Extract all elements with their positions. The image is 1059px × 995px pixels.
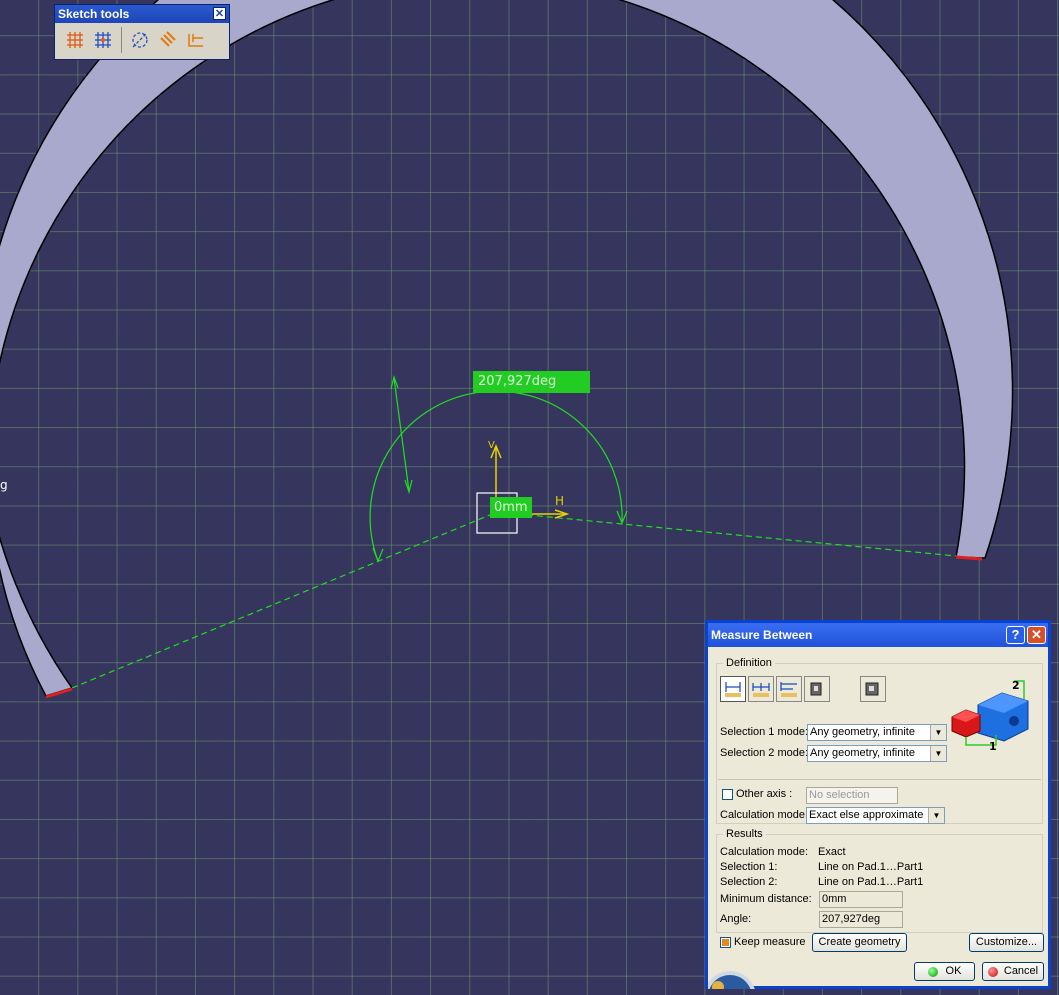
selection1-mode-label: Selection 1 mode: bbox=[720, 726, 809, 738]
ok-label: OK bbox=[945, 965, 962, 977]
calculation-mode-select[interactable]: Exact else approximate ▼ bbox=[806, 807, 945, 824]
construction-element-icon[interactable] bbox=[128, 27, 152, 53]
measure-between-mode-icon[interactable] bbox=[720, 676, 746, 702]
result-calc-mode-value: Exact bbox=[818, 846, 846, 858]
calculation-mode-value: Exact else approximate bbox=[809, 809, 924, 821]
arc-profile[interactable] bbox=[0, 0, 1014, 697]
result-selection1-label: Selection 1: bbox=[720, 861, 778, 873]
chevron-down-icon[interactable]: ▼ bbox=[928, 808, 944, 823]
snap-to-point-icon[interactable] bbox=[91, 27, 115, 53]
keep-measure-label: Keep measure bbox=[734, 936, 806, 948]
other-axis-field[interactable]: No selection bbox=[806, 787, 898, 804]
other-axis-checkbox[interactable] bbox=[722, 789, 733, 800]
help-button[interactable]: ? bbox=[1006, 626, 1025, 644]
cancel-label: Cancel bbox=[1003, 965, 1039, 977]
min-distance-label: Minimum distance: bbox=[720, 893, 812, 905]
calculation-mode-label: Calculation mode: bbox=[720, 809, 809, 821]
dialog-title: Measure Between bbox=[711, 628, 813, 642]
cancel-button[interactable]: Cancel bbox=[982, 962, 1044, 981]
toolbar-title: Sketch tools bbox=[58, 7, 130, 21]
geometric-constraints-icon[interactable] bbox=[156, 27, 180, 53]
illustration-label-1: 1 bbox=[989, 740, 997, 753]
result-selection2-label: Selection 2: bbox=[720, 876, 778, 888]
definition-divider bbox=[718, 779, 1041, 780]
grid-icon[interactable] bbox=[63, 27, 87, 53]
h-axis-label: H bbox=[555, 494, 565, 508]
close-icon[interactable]: ✕ bbox=[213, 7, 226, 20]
measure-between-dialog[interactable]: Measure Between ? ✕ Definition 1 2 Selec… bbox=[705, 620, 1051, 989]
selection2-mode-select[interactable]: Any geometry, infinite ▼ bbox=[807, 745, 947, 762]
selection2-mode-value: Any geometry, infinite bbox=[810, 747, 915, 759]
keep-measure-checkbox[interactable] bbox=[720, 937, 731, 948]
toolbar-title-bar[interactable]: Sketch tools ✕ bbox=[55, 5, 229, 23]
min-distance-field: 0mm bbox=[819, 891, 903, 908]
selection1-mode-value: Any geometry, infinite bbox=[810, 726, 915, 738]
results-group-title: Results bbox=[723, 828, 766, 840]
v-axis-label: V bbox=[488, 440, 495, 451]
left-edge-fragment: g bbox=[0, 478, 8, 492]
angle-label: Angle: bbox=[720, 913, 752, 925]
dimensional-constraints-icon[interactable] bbox=[184, 27, 208, 53]
distance-dimension-label[interactable]: 0mm bbox=[490, 497, 532, 518]
globe-decoration-icon bbox=[708, 957, 756, 989]
chevron-down-icon[interactable]: ▼ bbox=[930, 746, 946, 761]
angle-dimension-label[interactable]: 207,927deg bbox=[473, 371, 590, 393]
sketch-tools-toolbar[interactable]: Sketch tools ✕ bbox=[54, 4, 230, 60]
result-selection2-value: Line on Pad.1…Part1 bbox=[818, 876, 924, 888]
ok-button[interactable]: OK bbox=[914, 962, 975, 981]
other-axis-label: Other axis : bbox=[736, 788, 793, 800]
toolbar-separator bbox=[121, 27, 122, 53]
result-calc-mode-label: Calculation mode: bbox=[720, 846, 809, 858]
angle-field: 207,927deg bbox=[819, 911, 903, 928]
ok-icon bbox=[927, 966, 938, 977]
customize-button[interactable]: Customize... bbox=[969, 933, 1044, 952]
measure-line-left bbox=[71, 511, 498, 689]
measure-chain-mode-icon[interactable] bbox=[748, 676, 774, 702]
chevron-down-icon[interactable]: ▼ bbox=[930, 725, 946, 740]
dialog-title-bar[interactable]: Measure Between ? ✕ bbox=[708, 623, 1048, 647]
dimension-leader bbox=[393, 377, 410, 492]
definition-group-title: Definition bbox=[723, 657, 775, 669]
result-selection1-value: Line on Pad.1…Part1 bbox=[818, 861, 924, 873]
selection1-mode-select[interactable]: Any geometry, infinite ▼ bbox=[807, 724, 947, 741]
measure-inertia-icon[interactable] bbox=[860, 676, 886, 702]
cancel-icon bbox=[987, 966, 998, 977]
measure-fan-mode-icon[interactable] bbox=[776, 676, 802, 702]
illustration-label-2: 2 bbox=[1012, 679, 1020, 692]
close-button[interactable]: ✕ bbox=[1027, 626, 1046, 644]
measure-illustration: 1 2 bbox=[948, 675, 1040, 755]
create-geometry-button[interactable]: Create geometry bbox=[812, 933, 907, 952]
measure-item-icon[interactable] bbox=[804, 676, 830, 702]
selected-edge-right[interactable] bbox=[955, 555, 983, 561]
selection2-mode-label: Selection 2 mode: bbox=[720, 747, 809, 759]
measure-line-right bbox=[496, 511, 957, 557]
